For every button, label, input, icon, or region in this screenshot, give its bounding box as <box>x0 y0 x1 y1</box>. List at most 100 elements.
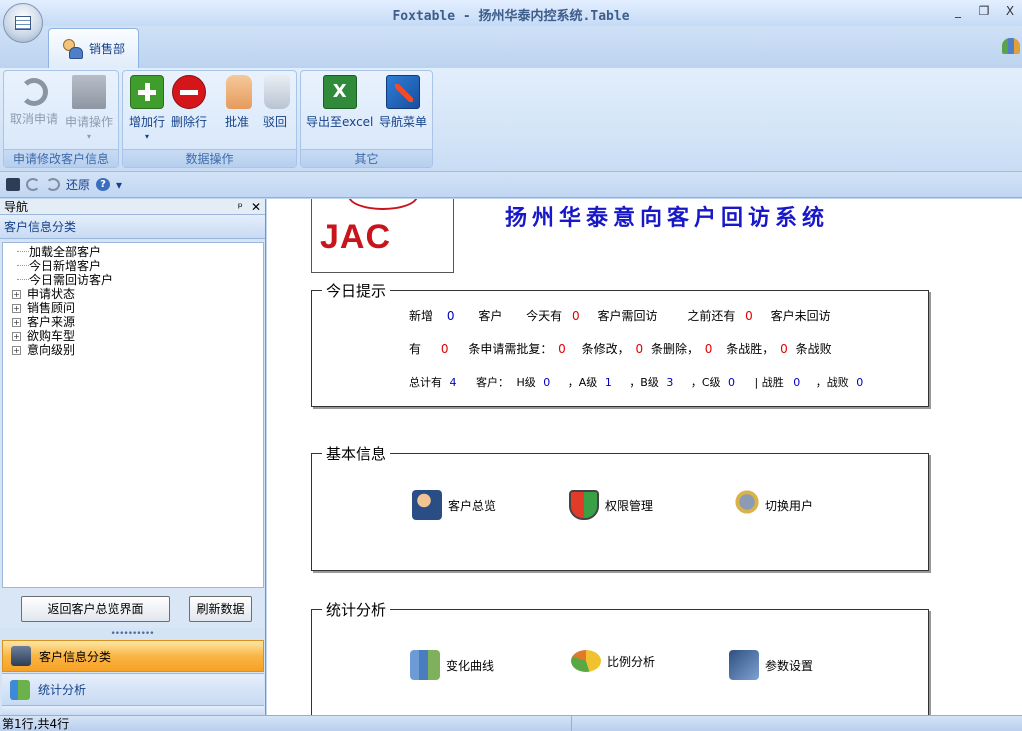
switch-user-shortcut[interactable]: 切换用户 <box>729 490 813 520</box>
today-tips-group: 今日提示 新增 0 客户 今天有 0 客户需回访 之前还有 0 客户未回访 有 … <box>311 280 929 407</box>
win-request-count: 0 <box>704 342 713 356</box>
modify-count: 0 <box>558 342 566 356</box>
group-label: 其它 <box>301 149 432 167</box>
pin-icon[interactable]: ᵖ <box>238 199 243 214</box>
save-icon[interactable] <box>6 178 20 191</box>
users-icon[interactable] <box>1002 38 1020 54</box>
tree-item-car-model[interactable]: + 欲购车型 <box>3 329 263 343</box>
panel-label: 客户信息分类 <box>39 649 112 664</box>
text: 客户 <box>478 309 503 323</box>
thumbs-up-icon <box>226 75 252 109</box>
main-content: JAC 扬州华泰意向客户回访系统 今日提示 新增 0 客户 今天有 0 客户需回… <box>267 199 1022 715</box>
tree-item-label: 欲购车型 <box>27 329 76 343</box>
table-icon <box>15 16 31 30</box>
shortcut-label: 切换用户 <box>765 498 814 513</box>
shortcut-label: 参数设置 <box>765 658 814 673</box>
users-icon <box>61 37 85 61</box>
text: 客户： <box>476 376 509 389</box>
export-excel-button[interactable]: X 导出至excel <box>306 75 373 147</box>
customer-overview-icon <box>412 490 442 520</box>
nav-button-row: 返回客户总览界面 刷新数据 <box>0 588 264 628</box>
window-title: Foxtable - 扬州华泰内控系统.Table <box>392 9 630 24</box>
customer-overview-shortcut[interactable]: 客户总览 <box>412 490 496 520</box>
panel-customer-category[interactable]: 客户信息分类 <box>2 640 264 672</box>
cancel-request-button[interactable]: 取消申请 <box>10 75 58 147</box>
customize-toolbar-arrow[interactable]: ▾ <box>116 178 122 192</box>
maximize-button[interactable]: ❐ <box>978 4 990 18</box>
status-text: 第1行,共4行 <box>0 716 572 731</box>
logo-emblem <box>348 199 418 210</box>
delete-row-button[interactable]: 删除行 <box>171 75 207 147</box>
title-bar: Foxtable - 扬州华泰内控系统.Table _ ❐ X <box>0 0 1022 26</box>
plus-icon <box>130 75 164 109</box>
today-row-totals: 总计有 4 客户： H级 0 ，A级 1 ，B级 3 ，C级 0 | 战胜 0 … <box>409 374 863 390</box>
tree-item-label: 意向级别 <box>27 343 76 357</box>
help-icon[interactable]: ? <box>96 178 111 191</box>
tree-item-customer-source[interactable]: + 客户来源 <box>3 315 263 329</box>
navigation-menu-button[interactable]: 导航菜单 <box>379 75 427 147</box>
tree-item-new-today[interactable]: 今日新增客户 <box>3 259 263 273</box>
undo-icon[interactable] <box>26 178 40 191</box>
tab-sales-dept[interactable]: 销售部 <box>48 28 139 68</box>
expand-icon[interactable]: + <box>12 345 21 355</box>
ribbon-tabstrip: 销售部 <box>0 26 1022 68</box>
text: 条删除， <box>650 342 699 356</box>
group-legend: 统计分析 <box>322 599 391 620</box>
text: 总计有 <box>409 376 442 389</box>
button-label: 导出至excel <box>306 115 374 129</box>
application-menu-button[interactable] <box>3 3 43 43</box>
section-header[interactable]: 客户信息分类 <box>0 215 265 239</box>
revisit-count: 0 <box>572 309 580 323</box>
close-button[interactable]: X <box>1004 4 1016 18</box>
expand-icon[interactable]: + <box>12 317 21 327</box>
panel-more[interactable] <box>2 705 264 715</box>
win-count: 0 <box>793 376 801 389</box>
undo-icon <box>20 78 48 106</box>
ratio-analysis-shortcut[interactable]: 比例分析 <box>571 650 655 672</box>
shortcut-label: 客户总览 <box>448 498 497 513</box>
system-title: 扬州华泰意向客户回访系统 <box>505 205 830 231</box>
expand-icon[interactable]: + <box>12 289 21 299</box>
text: 条战败 <box>795 342 832 356</box>
splitter-grip[interactable]: •••••••••• <box>0 629 264 639</box>
tree-item-load-all[interactable]: 加载全部客户 <box>3 245 263 259</box>
reject-button[interactable]: 驳回 <box>260 75 290 147</box>
tree-item-apply-status[interactable]: + 申请状态 <box>3 287 263 301</box>
logo-text: JAC <box>320 218 392 256</box>
group-apply-modify: 取消申请 申请操作 ▾ 申请修改客户信息 <box>3 70 119 168</box>
tree-item-sales-consultant[interactable]: + 销售顾问 <box>3 301 263 315</box>
trend-curve-shortcut[interactable]: 变化曲线 <box>410 650 494 680</box>
tree-item-intention-level[interactable]: + 意向级别 <box>3 343 263 357</box>
customer-icon <box>11 646 31 666</box>
text: 条修改， <box>581 342 630 356</box>
overdue-count: 0 <box>745 309 753 323</box>
permission-management-shortcut[interactable]: 权限管理 <box>569 490 653 520</box>
expand-icon[interactable]: + <box>12 331 21 341</box>
text: 条申请需批复： <box>468 342 553 356</box>
group-data-operation: 增加行 ▾ 删除行 批准 驳回 数据操作 <box>122 70 297 168</box>
status-bar: 第1行,共4行 <box>0 715 1022 731</box>
tree-item-revisit-today[interactable]: 今日需回访客户 <box>3 273 263 287</box>
redo-icon[interactable] <box>46 178 60 191</box>
ribbon: 取消申请 申请操作 ▾ 申请修改客户信息 增加行 ▾ 删除行 批准 驳回 数据操… <box>0 68 1022 172</box>
text: 客户未回访 <box>770 309 831 323</box>
close-icon[interactable]: ✕ <box>251 199 261 214</box>
approve-button[interactable]: 批准 <box>222 75 252 147</box>
panel-statistics[interactable]: 统计分析 <box>2 673 264 705</box>
request-count: 0 <box>440 342 449 356</box>
refresh-data-button[interactable]: 刷新数据 <box>189 596 252 622</box>
document-icon <box>72 75 106 109</box>
restore-button[interactable]: 还原 <box>66 176 90 193</box>
tab-label: 销售部 <box>89 42 126 56</box>
parameter-settings-shortcut[interactable]: 参数设置 <box>729 650 813 680</box>
minimize-button[interactable]: _ <box>952 4 964 18</box>
b-level-count: 3 <box>666 376 674 389</box>
shield-icon <box>569 490 599 520</box>
expand-icon[interactable]: + <box>12 303 21 313</box>
excel-icon: X <box>322 75 357 109</box>
back-to-overview-button[interactable]: 返回客户总览界面 <box>21 596 170 622</box>
add-row-button[interactable]: 增加行 ▾ <box>129 75 165 147</box>
statistics-group: 统计分析 变化曲线 比例分析 参数设置 <box>311 599 929 715</box>
request-operation-button[interactable]: 申请操作 ▾ <box>65 75 113 147</box>
panel-label: 统计分析 <box>38 683 87 697</box>
